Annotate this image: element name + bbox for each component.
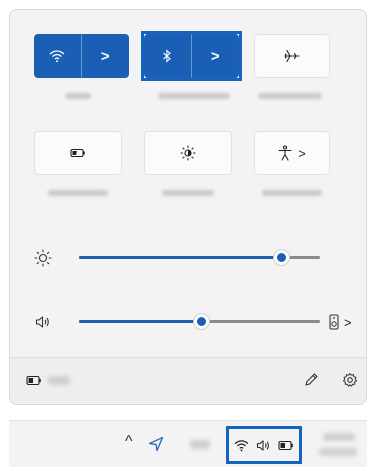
airplane-mode-tile-label [258, 93, 322, 99]
wifi-expand-button[interactable]: > [82, 34, 130, 78]
brightness-slider[interactable] [79, 249, 320, 266]
bluetooth-toggle[interactable] [144, 34, 192, 78]
volume-slider-row: > [33, 312, 363, 332]
night-light-icon [180, 145, 196, 161]
accessibility-tile-label [262, 190, 322, 196]
chevron-up-icon[interactable]: ^ [125, 433, 133, 451]
bluetooth-tile-label [158, 93, 230, 99]
airplane-icon [284, 49, 300, 63]
battery-saver-icon [70, 148, 85, 158]
pencil-icon[interactable] [303, 372, 319, 388]
volume-slider-thumb[interactable] [193, 313, 211, 330]
chevron-right-icon: > [298, 145, 306, 161]
chevron-right-icon: > [100, 47, 110, 65]
audio-output-button[interactable]: > [329, 312, 352, 332]
bluetooth-icon [163, 49, 172, 63]
volume-slider[interactable] [79, 313, 320, 330]
airplane-mode-tile[interactable] [254, 34, 330, 78]
quick-settings-panel: > > > > [9, 9, 367, 405]
taskbar-clock-date [319, 448, 357, 456]
accessibility-icon [278, 145, 292, 161]
system-tray-status-button[interactable] [230, 432, 298, 458]
battery-icon [26, 375, 41, 386]
night-light-tile-label [162, 190, 214, 196]
brightness-slider-row [33, 248, 333, 268]
brightness-slider-thumb[interactable] [272, 249, 290, 266]
wifi-icon [49, 50, 65, 63]
location-icon[interactable] [148, 436, 164, 452]
brightness-icon [33, 248, 53, 268]
wifi-toggle[interactable] [34, 34, 82, 78]
quick-settings-footer [10, 357, 366, 404]
speaker-icon [256, 439, 269, 451]
brightness-slider-fill [79, 256, 282, 259]
bluetooth-tile[interactable]: > [144, 34, 239, 78]
volume-slider-fill [79, 320, 202, 323]
battery-percentage [48, 376, 70, 385]
wifi-tile-label [65, 93, 91, 99]
battery-saver-tile[interactable] [34, 131, 122, 175]
bluetooth-expand-button[interactable]: > [192, 34, 240, 78]
speaker-icon[interactable] [33, 312, 53, 332]
battery-saver-tile-label [48, 190, 108, 196]
taskbar-clock-time [323, 433, 355, 441]
wifi-tile[interactable]: > [34, 34, 129, 78]
gear-icon[interactable] [342, 372, 358, 388]
chevron-right-icon: > [344, 314, 352, 330]
night-light-tile[interactable] [144, 131, 232, 175]
chevron-right-icon: > [210, 47, 220, 65]
taskbar: ^ [9, 420, 367, 467]
wifi-icon [234, 439, 249, 451]
battery-icon [278, 440, 294, 450]
tray-app-icon [190, 440, 210, 449]
speaker-device-icon [329, 314, 339, 330]
accessibility-tile[interactable]: > [254, 131, 330, 175]
